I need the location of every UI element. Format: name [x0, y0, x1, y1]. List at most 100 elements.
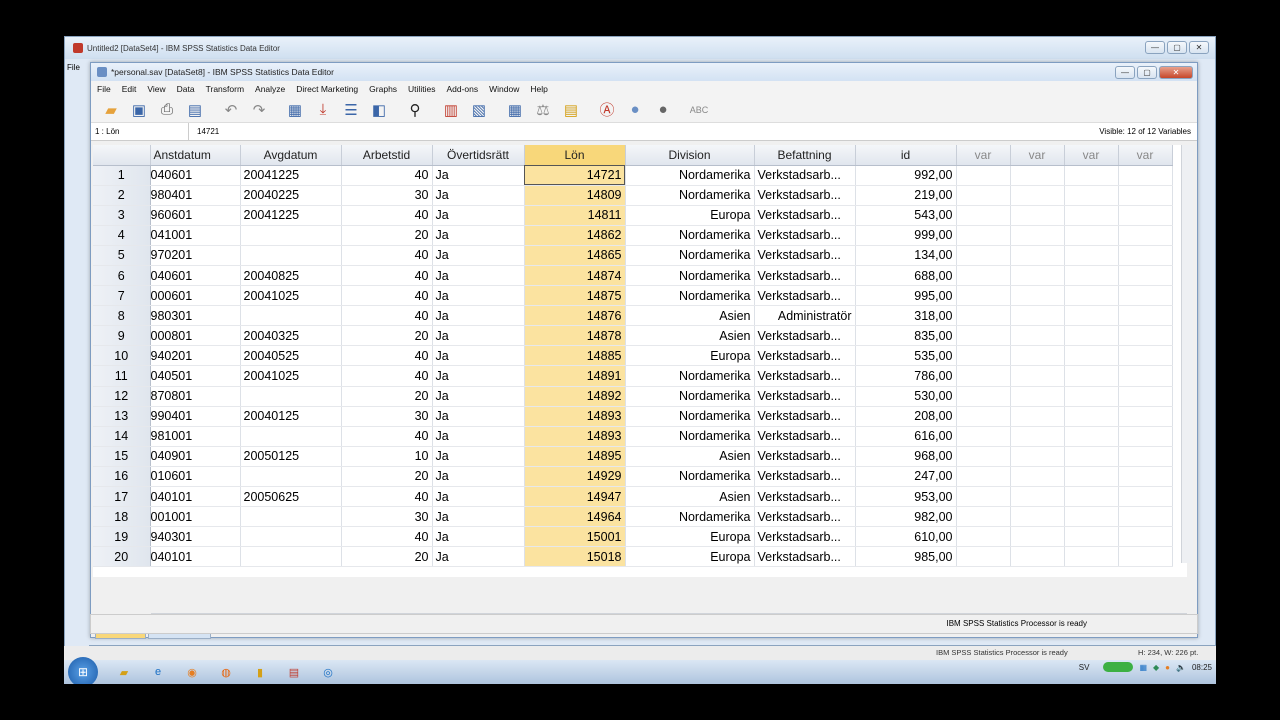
column-header[interactable]: Övertidsrätt: [432, 145, 525, 166]
cell-id[interactable]: 247,00: [855, 466, 957, 488]
close-button[interactable]: ✕: [1189, 41, 1209, 54]
cell-overtidsratt[interactable]: Ja: [432, 225, 525, 246]
cell-arbetstid[interactable]: 20: [341, 225, 433, 246]
cell-overtidsratt[interactable]: Ja: [432, 165, 525, 186]
cell-empty[interactable]: [1010, 305, 1065, 327]
row-number[interactable]: 13: [93, 406, 151, 427]
cell-lon[interactable]: 14892: [524, 386, 626, 407]
cell-overtidsratt[interactable]: Ja: [432, 325, 525, 347]
volume-icon[interactable]: 🔈: [1176, 663, 1186, 672]
restore-button[interactable]: ▢: [1137, 66, 1157, 79]
row-number[interactable]: 18: [93, 506, 151, 528]
cell-division[interactable]: Asien: [625, 305, 755, 327]
cell-division[interactable]: Europa: [625, 205, 755, 226]
cell-avgdatum[interactable]: 20041025: [240, 285, 342, 307]
cell-lon[interactable]: 14929: [524, 466, 626, 488]
cell-overtidsratt[interactable]: Ja: [432, 526, 525, 548]
cell-empty[interactable]: [1118, 225, 1173, 246]
menu-edit[interactable]: Edit: [122, 84, 137, 94]
cell-empty[interactable]: [1118, 426, 1173, 447]
cell-empty[interactable]: [1064, 526, 1119, 548]
cell-empty[interactable]: [1010, 446, 1065, 467]
cell-avgdatum[interactable]: 20040525: [240, 345, 342, 367]
cell-anstdatum[interactable]: 040901: [150, 446, 241, 467]
cell-overtidsratt[interactable]: Ja: [432, 245, 525, 266]
cell-empty[interactable]: [956, 386, 1011, 407]
row-number[interactable]: 20: [93, 546, 151, 568]
cell-empty[interactable]: [1010, 526, 1065, 548]
cell-empty[interactable]: [956, 225, 1011, 246]
cell-empty[interactable]: [1064, 406, 1119, 427]
row-number[interactable]: 14: [93, 426, 151, 447]
cell-avgdatum[interactable]: [240, 426, 342, 447]
cell-id[interactable]: 535,00: [855, 345, 957, 367]
cell-befattning[interactable]: Verkstadsarb...: [754, 205, 856, 226]
cell-empty[interactable]: [1010, 466, 1065, 488]
cell-lon[interactable]: 14893: [524, 426, 626, 447]
weight-cases-icon[interactable]: ⚖: [531, 99, 555, 121]
cell-empty[interactable]: [1010, 285, 1065, 307]
cell-id[interactable]: 543,00: [855, 205, 957, 226]
cell-empty[interactable]: [1064, 325, 1119, 347]
column-header[interactable]: Avgdatum: [240, 145, 342, 166]
cell-overtidsratt[interactable]: Ja: [432, 426, 525, 447]
cell-empty[interactable]: [1010, 546, 1065, 568]
cell-id[interactable]: 982,00: [855, 506, 957, 528]
cell-empty[interactable]: [1064, 245, 1119, 266]
row-number[interactable]: 4: [93, 225, 151, 246]
cell-avgdatum[interactable]: 20041025: [240, 365, 342, 387]
cell-empty[interactable]: [1064, 506, 1119, 528]
cell-arbetstid[interactable]: 30: [341, 506, 433, 528]
cell-lon[interactable]: 14891: [524, 365, 626, 387]
cell-avgdatum[interactable]: 20041225: [240, 165, 342, 186]
cell-overtidsratt[interactable]: Ja: [432, 466, 525, 488]
cell-id[interactable]: 616,00: [855, 426, 957, 447]
value-labels-icon[interactable]: Ⓐ: [595, 99, 619, 121]
cell-empty[interactable]: [956, 526, 1011, 548]
menu-data[interactable]: Data: [177, 84, 195, 94]
cell-avgdatum[interactable]: [240, 466, 342, 488]
cell-empty[interactable]: [1010, 225, 1065, 246]
clock[interactable]: 08:25: [1192, 663, 1212, 672]
cell-anstdatum[interactable]: 040101: [150, 486, 241, 508]
cell-overtidsratt[interactable]: Ja: [432, 486, 525, 508]
cell-division[interactable]: Asien: [625, 446, 755, 467]
cell-id[interactable]: 318,00: [855, 305, 957, 327]
cell-arbetstid[interactable]: 20: [341, 466, 433, 488]
cell-overtidsratt[interactable]: Ja: [432, 285, 525, 307]
vertical-scrollbar[interactable]: [1181, 145, 1193, 563]
cell-id[interactable]: 985,00: [855, 546, 957, 568]
column-header[interactable]: id: [855, 145, 957, 166]
cell-lon[interactable]: 14811: [524, 205, 626, 226]
row-number[interactable]: 16: [93, 466, 151, 488]
cell-arbetstid[interactable]: 40: [341, 165, 433, 186]
cell-empty[interactable]: [1118, 526, 1173, 548]
cell-befattning[interactable]: Verkstadsarb...: [754, 406, 856, 427]
cell-befattning[interactable]: Verkstadsarb...: [754, 285, 856, 307]
cell-empty[interactable]: [956, 205, 1011, 226]
cell-avgdatum[interactable]: 20040225: [240, 185, 342, 206]
row-number[interactable]: 3: [93, 205, 151, 226]
row-number[interactable]: 10: [93, 345, 151, 367]
cell-empty[interactable]: [1064, 546, 1119, 568]
row-number[interactable]: 12: [93, 386, 151, 407]
undo-icon[interactable]: ↶: [219, 99, 243, 121]
cell-overtidsratt[interactable]: Ja: [432, 546, 525, 568]
cell-empty[interactable]: [1010, 205, 1065, 226]
cell-arbetstid[interactable]: 10: [341, 446, 433, 467]
menu-direct-marketing[interactable]: Direct Marketing: [296, 84, 358, 94]
row-number[interactable]: 19: [93, 526, 151, 548]
cell-empty[interactable]: [1064, 165, 1119, 186]
firefox-taskbar-icon[interactable]: ◍: [212, 662, 240, 682]
cell-value-input[interactable]: 14721: [189, 127, 219, 136]
cell-empty[interactable]: [1118, 546, 1173, 568]
cell-avgdatum[interactable]: 20040825: [240, 265, 342, 287]
cell-befattning[interactable]: Verkstadsarb...: [754, 345, 856, 367]
spss-taskbar-icon[interactable]: ▤: [280, 662, 308, 682]
cell-arbetstid[interactable]: 40: [341, 426, 433, 447]
cell-arbetstid[interactable]: 30: [341, 185, 433, 206]
cell-avgdatum[interactable]: 20050125: [240, 446, 342, 467]
cell-befattning[interactable]: Verkstadsarb...: [754, 165, 856, 186]
cell-id[interactable]: 995,00: [855, 285, 957, 307]
cell-anstdatum[interactable]: 000801: [150, 325, 241, 347]
